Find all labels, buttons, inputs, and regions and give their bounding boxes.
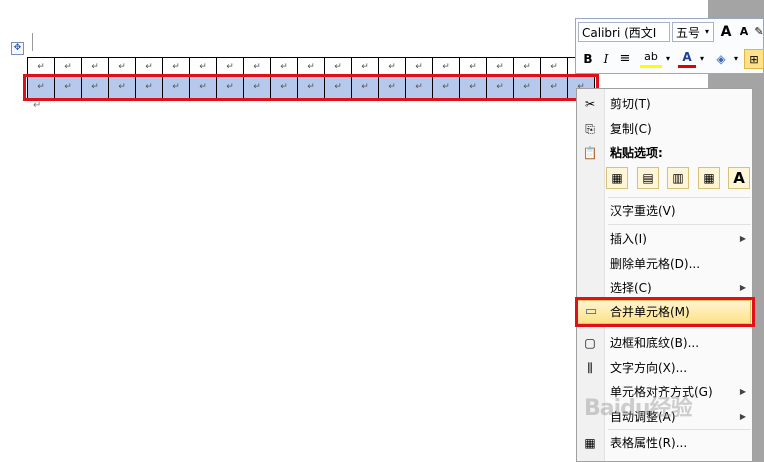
paste-insert-rows-icon[interactable]: ▥ xyxy=(667,167,689,189)
table-move-handle-icon[interactable]: ✥ xyxy=(11,42,24,55)
font-color-button[interactable]: A xyxy=(678,49,696,68)
menu-item-select[interactable]: 选择(C) ▶ xyxy=(577,277,752,299)
table-cell[interactable]: ↵ xyxy=(486,57,514,76)
menu-item-cut-label: 剪切(T) xyxy=(610,97,651,111)
shrink-font-button[interactable]: A xyxy=(737,22,751,42)
menu-item-copy[interactable]: ⎘ 复制(C) xyxy=(577,118,752,140)
table-cell[interactable]: ↵ xyxy=(189,57,217,76)
paste-nest-table-icon[interactable]: ▦ xyxy=(606,167,628,189)
menu-item-reconvert-label: 汉字重选(V) xyxy=(610,204,676,218)
menu-item-insert-label: 插入(I) xyxy=(610,232,647,246)
copy-icon: ⎘ xyxy=(585,122,595,136)
menu-item-select-label: 选择(C) xyxy=(610,281,652,295)
selected-row-highlight-box xyxy=(23,74,599,101)
menu-item-borders[interactable]: ▢ 边框和底纹(B)... xyxy=(577,332,752,354)
table-cell[interactable]: ↵ xyxy=(216,57,244,76)
menu-separator xyxy=(608,224,751,225)
grow-font-button[interactable]: A xyxy=(718,22,734,42)
submenu-arrow-icon: ▶ xyxy=(739,283,746,292)
menu-item-table-properties-label: 表格属性(R)... xyxy=(610,436,688,450)
table-cell[interactable]: ↵ xyxy=(270,57,298,76)
menu-item-borders-label: 边框和底纹(B)... xyxy=(610,336,700,350)
table-cell[interactable]: ↵ xyxy=(135,57,163,76)
shading-icon[interactable]: ◈ xyxy=(712,49,730,69)
grow-font-icon: A xyxy=(720,24,732,40)
menu-separator xyxy=(608,197,751,198)
highlight-icon: ab xyxy=(644,50,658,63)
italic-button[interactable]: I xyxy=(598,49,614,69)
paste-merge-table-icon[interactable]: ▤ xyxy=(637,167,659,189)
mini-toolbar: Calibri (西文I ▾ 五号 ▾ A A ✎ B I ≡ ab ▾ A ▾… xyxy=(575,18,764,74)
table-corner-mark xyxy=(32,33,33,51)
table-cell[interactable]: ↵ xyxy=(297,57,325,76)
table-cell[interactable]: ↵ xyxy=(540,57,568,76)
watermark-logo: Baidu经验 xyxy=(584,396,693,421)
toolbar-row-format: B I ≡ ab ▾ A ▾ ◈ ▾ ⊞ xyxy=(578,49,764,71)
table-cell[interactable]: ↵ xyxy=(324,57,352,76)
font-color-dropdown-icon[interactable]: ▾ xyxy=(698,49,706,69)
borders-page-icon: ▢ xyxy=(584,336,596,350)
menu-paste-options-header: 📋 粘贴选项: xyxy=(577,142,752,164)
table-cell[interactable]: ↵ xyxy=(162,57,190,76)
italic-icon: I xyxy=(603,52,609,66)
font-name-combo[interactable]: Calibri (西文I xyxy=(578,22,670,42)
shading-dropdown-icon[interactable]: ▾ xyxy=(732,49,740,69)
clipboard-icon: 📋 xyxy=(582,146,598,160)
table-cell[interactable]: ↵ xyxy=(432,57,460,76)
table-cell[interactable]: ↵ xyxy=(108,57,136,76)
menu-item-copy-label: 复制(C) xyxy=(610,122,652,136)
paste-overwrite-cells-icon[interactable]: ▦ xyxy=(698,167,720,189)
table-cell[interactable]: ↵ xyxy=(351,57,379,76)
center-align-icon[interactable]: ≡ xyxy=(616,49,634,69)
highlight-button[interactable]: ab xyxy=(640,49,662,68)
paste-text-only-button[interactable]: A xyxy=(728,167,750,189)
menu-item-cut[interactable]: ✂ 剪切(T) xyxy=(577,93,752,115)
table-cell[interactable]: ↵ xyxy=(513,57,541,76)
paste-text-only-icon: A xyxy=(733,169,745,187)
font-size-dropdown-icon[interactable]: ▾ xyxy=(702,22,712,42)
shrink-font-icon: A xyxy=(739,25,749,38)
paste-options-label: 粘贴选项: xyxy=(610,146,663,160)
menu-item-insert[interactable]: 插入(I) ▶ xyxy=(577,228,752,250)
merge-cells-highlight-box xyxy=(575,297,755,327)
paragraph-mark: ↵ xyxy=(33,100,42,111)
table-cell[interactable]: ↵ xyxy=(459,57,487,76)
table-cell[interactable]: ↵ xyxy=(27,57,55,76)
menu-item-text-direction[interactable]: ⫼ 文字方向(X)... xyxy=(577,357,752,379)
menu-item-delete-cells-label: 删除单元格(D)... xyxy=(610,257,701,271)
toolbar-row-font: Calibri (西文I ▾ 五号 ▾ A A ✎ xyxy=(578,22,764,44)
menu-item-reconvert[interactable]: 汉字重选(V) xyxy=(577,200,752,222)
menu-item-table-properties[interactable]: ▦ 表格属性(R)... xyxy=(577,432,752,454)
table-cell[interactable]: ↵ xyxy=(81,57,109,76)
table-cell[interactable]: ↵ xyxy=(243,57,271,76)
bold-button[interactable]: B xyxy=(580,49,596,69)
submenu-arrow-icon: ▶ xyxy=(739,234,746,243)
borders-button-icon[interactable]: ⊞ xyxy=(744,49,764,69)
font-name-value: Calibri (西文I xyxy=(582,26,657,40)
menu-item-text-direction-label: 文字方向(X)... xyxy=(610,361,688,375)
font-size-value: 五号 xyxy=(676,26,701,40)
font-color-icon: A xyxy=(682,50,692,64)
table-cell[interactable]: ↵ xyxy=(378,57,406,76)
table-properties-icon: ▦ xyxy=(584,436,596,450)
scissors-icon: ✂ xyxy=(584,97,596,111)
bold-icon: B xyxy=(583,52,593,66)
menu-item-delete-cells[interactable]: 删除单元格(D)... xyxy=(577,253,752,275)
format-painter-icon[interactable]: ✎ xyxy=(754,22,764,42)
table-cell[interactable]: ↵ xyxy=(405,57,433,76)
text-direction-icon: ⫼ xyxy=(587,361,593,375)
highlight-dropdown-icon[interactable]: ▾ xyxy=(664,49,672,69)
submenu-arrow-icon: ▶ xyxy=(739,387,746,396)
menu-separator xyxy=(608,429,751,430)
submenu-arrow-icon: ▶ xyxy=(739,412,746,421)
table-row-1: ↵ ↵ ↵ ↵ ↵ ↵ ↵ ↵ ↵ ↵ ↵ ↵ ↵ ↵ ↵ ↵ ↵ ↵ ↵ ↵ … xyxy=(27,57,595,76)
table-cell[interactable]: ↵ xyxy=(54,57,82,76)
